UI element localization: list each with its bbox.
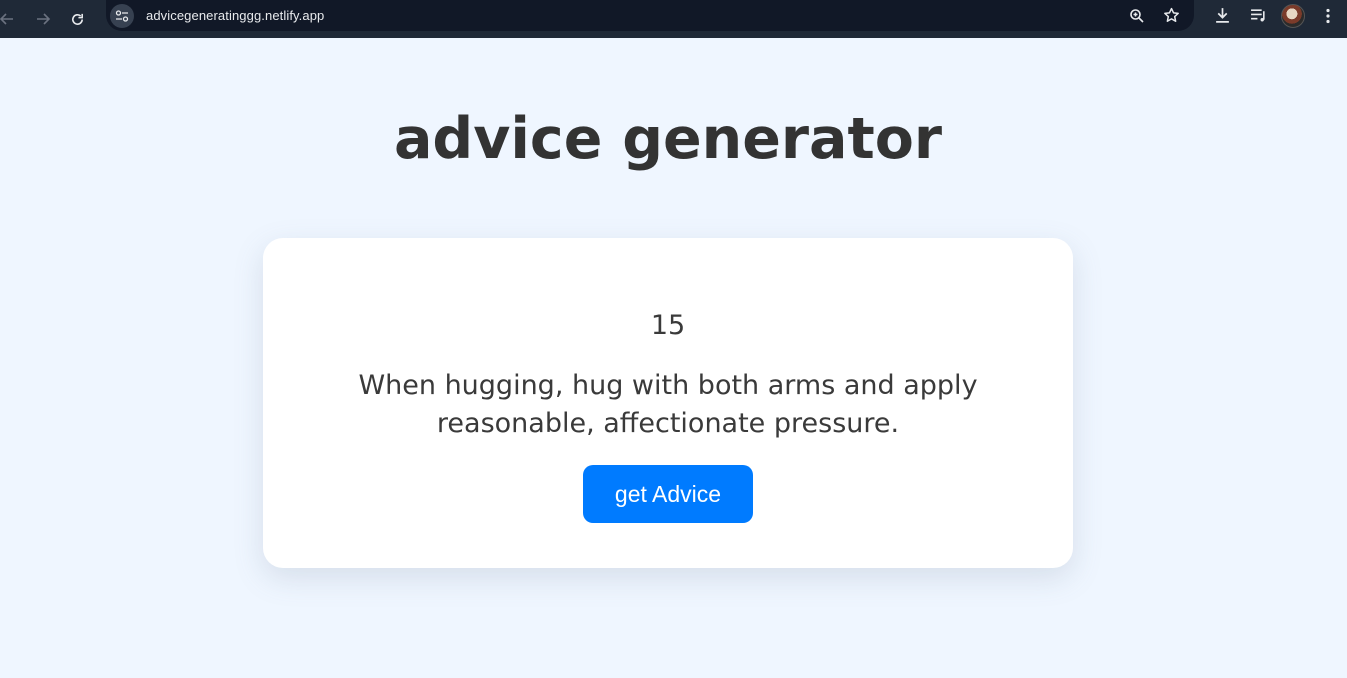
get-advice-button[interactable]: get Advice	[583, 465, 753, 523]
downloads-button[interactable]	[1209, 3, 1235, 29]
advice-id: 15	[650, 310, 686, 341]
zoom-button[interactable]	[1124, 3, 1150, 29]
download-icon	[1215, 8, 1229, 23]
bookmark-star-icon	[1163, 7, 1179, 22]
profile-avatar[interactable]	[1281, 3, 1305, 28]
forward-button[interactable]	[28, 4, 58, 34]
address-bar[interactable]: advicegeneratinggg.netlify.app	[106, 0, 1194, 31]
zoom-icon	[1130, 8, 1144, 23]
url-text[interactable]: advicegeneratinggg.netlify.app	[146, 8, 324, 23]
reload-button[interactable]	[62, 4, 92, 34]
site-info-icon	[115, 9, 129, 22]
browser-toolbar: advicegeneratinggg.netlify.app	[0, 0, 1347, 38]
forward-icon	[37, 13, 51, 25]
bookmark-button[interactable]	[1158, 3, 1184, 29]
back-icon	[0, 13, 13, 25]
more-menu-icon	[1326, 8, 1330, 23]
advice-card: 15 When hugging, hug with both arms and …	[263, 238, 1073, 568]
page-title: advice generator	[393, 106, 943, 172]
site-info-button[interactable]	[110, 3, 134, 28]
back-button[interactable]	[0, 4, 22, 34]
advice-text: When hugging, hug with both arms and app…	[358, 370, 978, 439]
reload-icon	[71, 13, 83, 25]
more-menu-button[interactable]	[1315, 3, 1341, 29]
media-controls-button[interactable]	[1245, 3, 1271, 29]
media-controls-icon	[1250, 9, 1265, 22]
